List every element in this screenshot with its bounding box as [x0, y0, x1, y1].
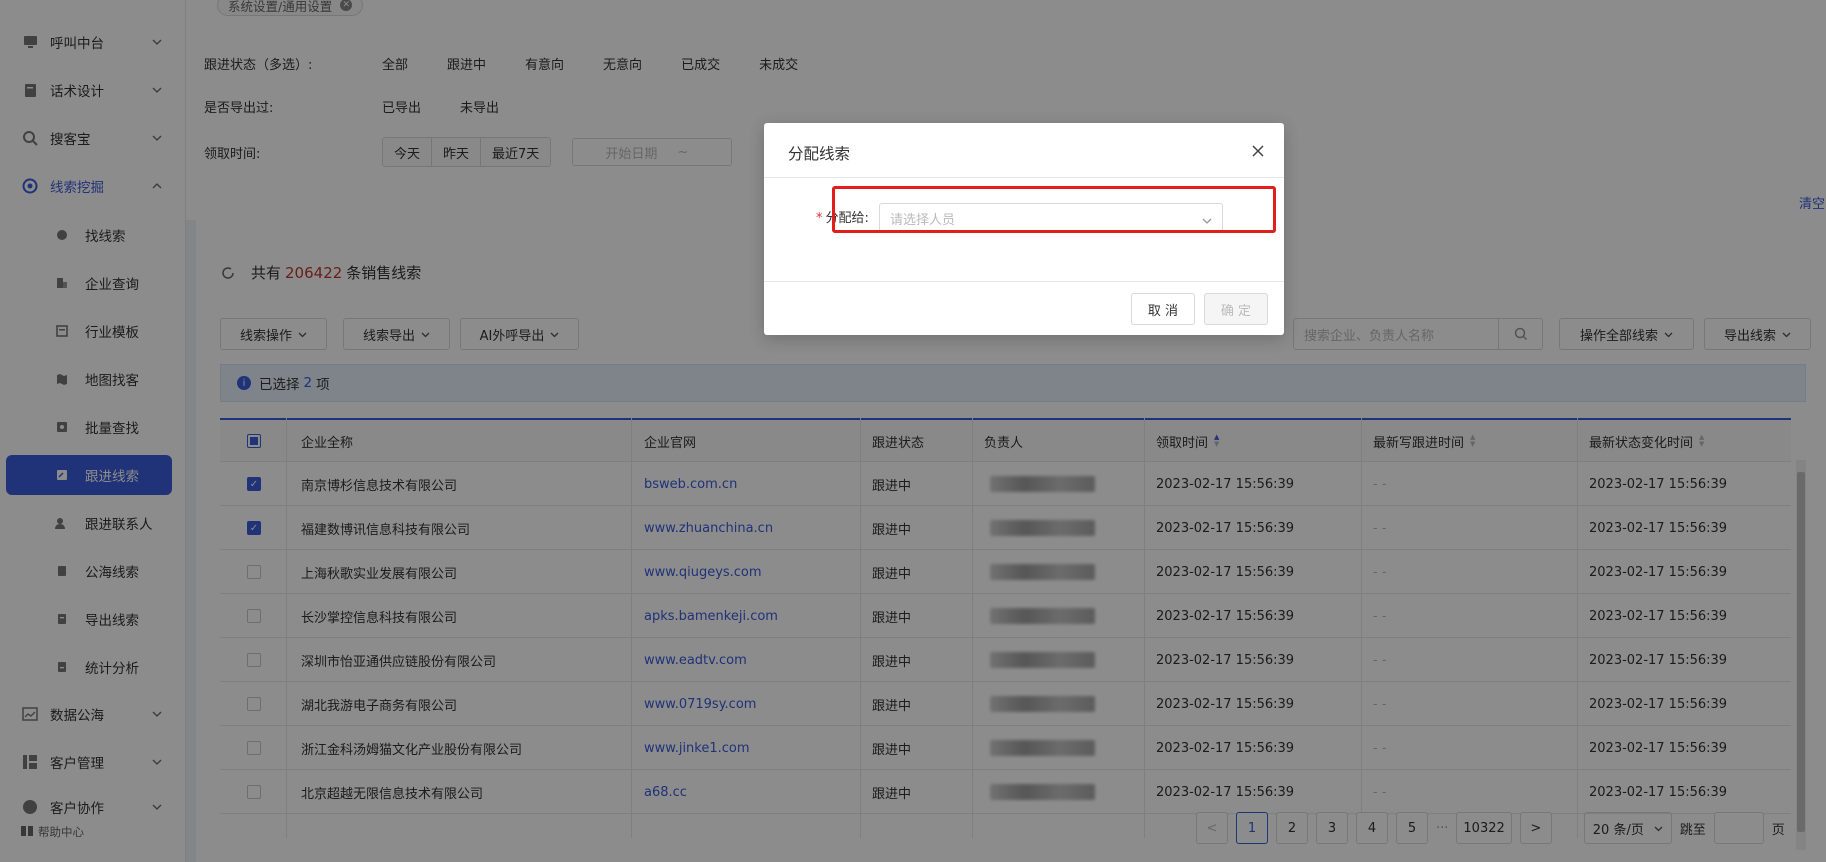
cancel-button[interactable]: 取 消 — [1131, 293, 1195, 325]
highlight-box — [832, 186, 1276, 233]
confirm-button[interactable]: 确 定 — [1204, 293, 1268, 325]
close-icon[interactable] — [1250, 143, 1266, 159]
assign-leads-dialog: 分配线索 * 分配给: 请选择人员 取 消 确 定 — [764, 123, 1284, 335]
dialog-title: 分配线索 — [788, 145, 851, 163]
